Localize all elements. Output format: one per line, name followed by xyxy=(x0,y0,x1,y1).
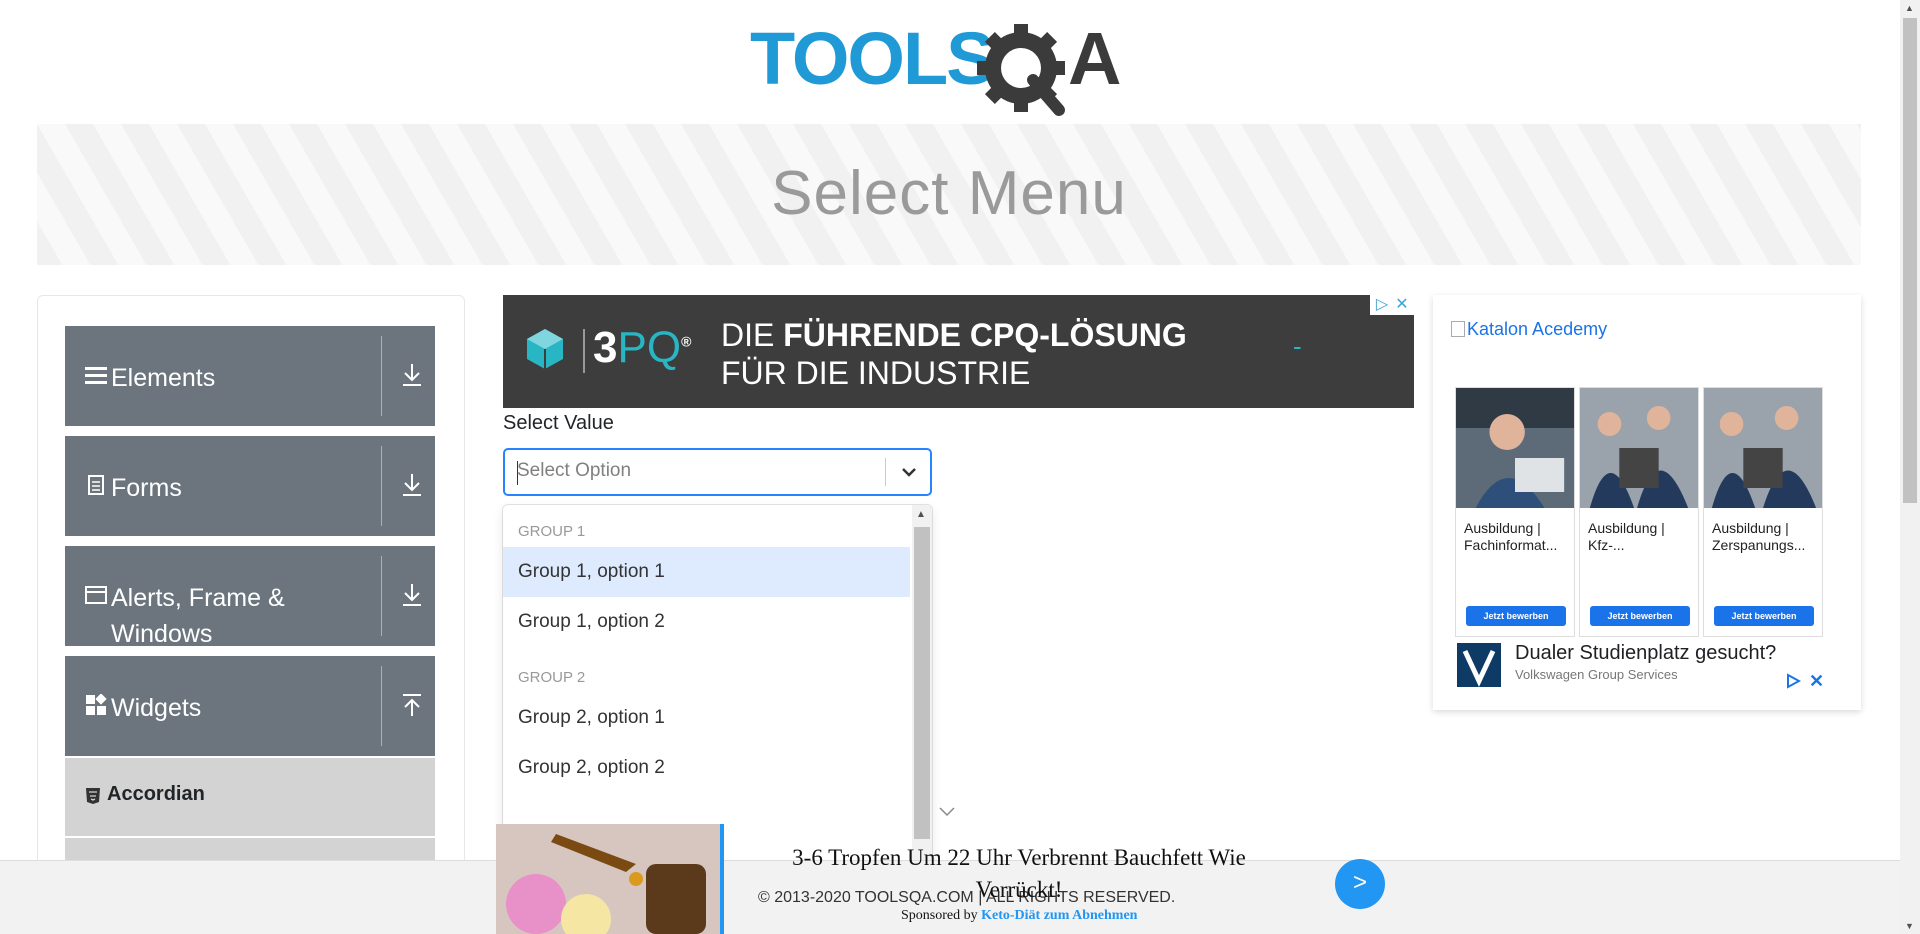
select-option[interactable]: Group 1, option 1 xyxy=(503,547,910,597)
ad-headline-line1: DIE FÜHRENDE CPQ-LÖSUNG xyxy=(721,317,1187,354)
ad-headline[interactable]: 3-6 Tropfen Um 22 Uhr Verbrennt Bauchfet… xyxy=(754,842,1284,906)
close-icon[interactable]: ✕ xyxy=(1809,671,1824,692)
page-banner: Select Menu xyxy=(37,124,1861,265)
scrollbar-thumb[interactable] xyxy=(1903,18,1917,503)
close-icon[interactable]: ✕ xyxy=(1392,295,1412,315)
ad-headline-line2: FÜR DIE INDUSTRIE xyxy=(721,355,1031,391)
sidebar-group-label: Elements xyxy=(111,364,216,392)
sidebar-group-elements[interactable]: Elements xyxy=(65,326,435,426)
scrollbar-thumb[interactable] xyxy=(914,527,930,839)
sponsored-prefix: Sponsored by xyxy=(901,908,982,923)
adchoices-icon[interactable] xyxy=(1785,673,1801,689)
ad-brand-prefix: 3 xyxy=(593,323,618,372)
svg-text:A: A xyxy=(1068,18,1121,100)
broken-image-alt: Katalon Acedemy xyxy=(1467,319,1608,339)
toolsqa-logo[interactable]: TOOLS A xyxy=(750,17,1154,116)
scroll-down-icon[interactable]: ▼ xyxy=(1905,921,1914,931)
broken-image-link[interactable]: Katalon Acedemy xyxy=(1451,319,1607,340)
ad-card-image xyxy=(1580,388,1698,508)
select-option[interactable]: Group 2, option 1 xyxy=(503,693,910,743)
ad-card[interactable]: Ausbildung | Fachinformat... Jetzt bewer… xyxy=(1455,387,1575,637)
sponsor-link[interactable]: Keto-Diät zum Abnehmen xyxy=(981,908,1137,923)
left-sidebar: Elements Forms Alerts, Frame & Windows W… xyxy=(37,295,465,934)
ad-card-text: Ausbildung | Zerspanungs... xyxy=(1712,520,1806,553)
hamburger-icon xyxy=(85,367,107,384)
download-icon[interactable] xyxy=(401,362,423,388)
sidebar-item-accordian[interactable]: Accordian xyxy=(65,758,435,836)
divider xyxy=(583,329,585,373)
chevron-down-icon[interactable] xyxy=(937,804,957,820)
ad-headline-prefix: DIE xyxy=(721,317,784,353)
sidebar-group-label: Forms xyxy=(111,474,182,502)
select-dropdown-menu: Group 1 Group 1, option 1 Group 1, optio… xyxy=(503,505,932,877)
divider xyxy=(381,446,382,526)
select-option[interactable]: Group 1, option 2 xyxy=(503,597,910,647)
menu-scrollbar[interactable]: ▲ ▼ xyxy=(912,505,932,877)
ad-headline[interactable]: Dualer Studienplatz gesucht? xyxy=(1515,642,1776,665)
svg-text:TOOLS: TOOLS xyxy=(750,18,994,100)
select-option[interactable]: Group 2, option 2 xyxy=(503,743,910,793)
ad-brand: 3PQ® xyxy=(593,323,692,372)
sidebar-group-forms[interactable]: Forms xyxy=(65,436,435,536)
page-title: Select Menu xyxy=(771,159,1127,228)
divider xyxy=(381,666,382,746)
sidebar-item-label: Accordian xyxy=(107,783,205,805)
divider xyxy=(381,556,382,636)
ad-card-image xyxy=(1456,388,1574,508)
chevron-down-icon[interactable] xyxy=(899,462,919,482)
apply-button[interactable]: Jetzt bewerben xyxy=(1466,606,1566,626)
broken-image-icon xyxy=(1451,321,1465,337)
apply-button[interactable]: Jetzt bewerben xyxy=(1714,606,1814,626)
ad-card-image xyxy=(1704,388,1822,508)
volkswagen-logo-icon xyxy=(1457,643,1501,687)
option-group-heading: Group 2 xyxy=(518,669,586,686)
ad-card[interactable]: Ausbildung | Kfz-... Jetzt bewerben xyxy=(1579,387,1699,637)
page: TOOLS A Select Menu Elements Forms Alert… xyxy=(0,0,1920,934)
select-value-input[interactable]: Select Option xyxy=(503,448,932,496)
browser-window-icon xyxy=(85,586,107,604)
ad-brand-accent: PQ xyxy=(617,323,682,372)
sidebar-group-widgets[interactable]: Widgets xyxy=(65,656,435,756)
top-advertisement[interactable]: 3PQ® DIE FÜHRENDE CPQ-LÖSUNG FÜR DIE IND… xyxy=(503,295,1414,408)
ad-dash: - xyxy=(1293,331,1302,361)
document-icon xyxy=(88,475,104,495)
divider xyxy=(381,336,382,416)
cube-logo-icon xyxy=(527,329,563,369)
option-group-heading: Group 1 xyxy=(518,523,586,540)
ad-card-text: Ausbildung | Kfz-... xyxy=(1588,520,1665,553)
ad-headline-bold: FÜHRENDE CPQ-LÖSUNG xyxy=(783,317,1187,353)
sidebar-group-label: Alerts, Frame & Windows xyxy=(111,584,285,648)
bottom-advertisement[interactable]: 3-6 Tropfen Um 22 Uhr Verbrennt Bauchfet… xyxy=(496,824,1392,934)
adchoices-icon[interactable]: ▷ xyxy=(1372,295,1392,315)
scroll-up-icon[interactable]: ▲ xyxy=(916,509,926,520)
widgets-icon xyxy=(86,694,107,715)
ad-advertiser: Volkswagen Group Services xyxy=(1515,667,1678,682)
download-icon[interactable] xyxy=(401,472,423,498)
apply-button[interactable]: Jetzt bewerben xyxy=(1590,606,1690,626)
sidebar-group-label: Widgets xyxy=(111,694,202,722)
select-value-label: Select Value xyxy=(503,412,614,434)
next-arrow-button[interactable]: > xyxy=(1335,859,1385,909)
ad-choices[interactable]: ▷ ✕ xyxy=(1370,295,1414,315)
window-scrollbar[interactable]: ▲ ▼ xyxy=(1900,0,1920,934)
sidebar-group-alerts[interactable]: Alerts, Frame & Windows xyxy=(65,546,435,648)
ad-card-text: Ausbildung | Fachinformat... xyxy=(1464,520,1558,553)
select-placeholder: Select Option xyxy=(517,460,632,481)
ad-card[interactable]: Ausbildung | Zerspanungs... Jetzt bewerb… xyxy=(1703,387,1823,637)
scroll-up-icon[interactable]: ▲ xyxy=(1905,3,1914,13)
sponsored-line: Sponsored by Keto-Diät zum Abnehmen xyxy=(901,908,1137,924)
right-advertisement[interactable]: Katalon Acedemy Ausbildung | Fachinforma… xyxy=(1433,295,1861,710)
indicator-separator xyxy=(885,458,886,486)
upload-icon[interactable] xyxy=(401,692,423,718)
toolsqa-logo-image: TOOLS A xyxy=(750,17,1121,116)
html5-icon xyxy=(86,788,100,804)
ad-thumbnail-image xyxy=(496,824,724,934)
accent-bar xyxy=(720,824,724,934)
download-icon[interactable] xyxy=(401,582,423,608)
